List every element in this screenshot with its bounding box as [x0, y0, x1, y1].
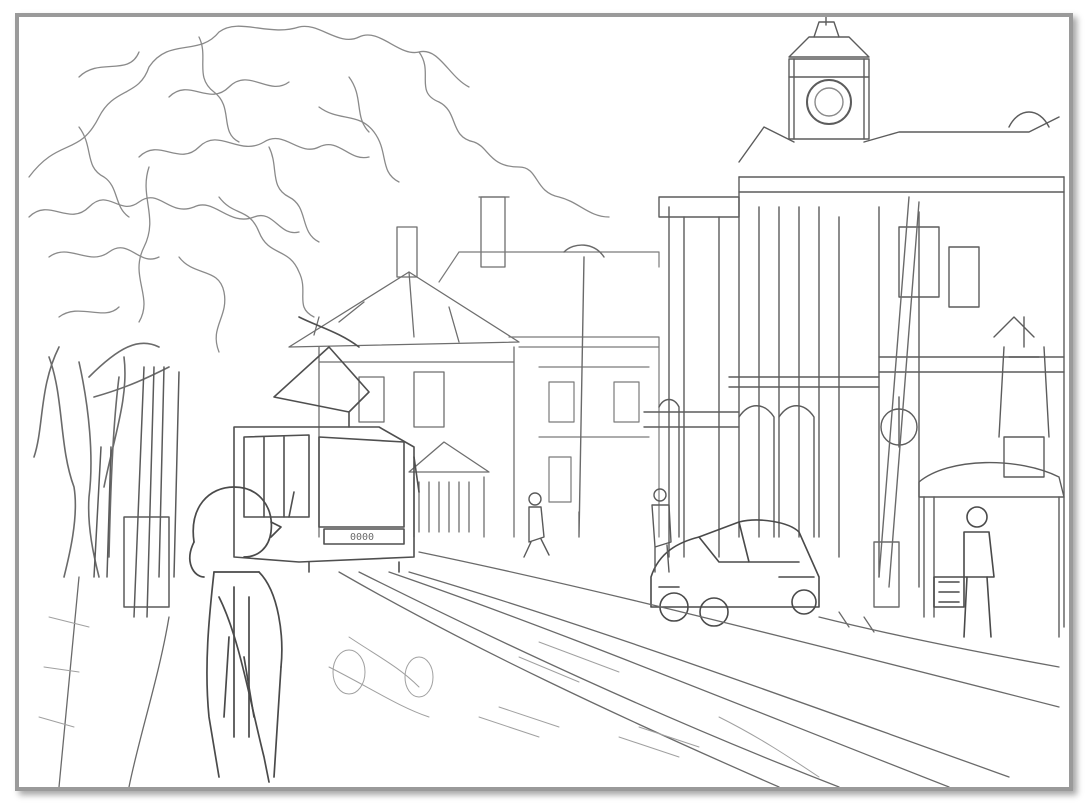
girl-foreground [189, 486, 283, 783]
tram-number: 0000 [350, 532, 374, 543]
street-sketch: 0000 [28, 17, 1065, 787]
tram [233, 316, 420, 573]
tree-canopy [28, 25, 610, 353]
sketch-frame: 0000 [15, 13, 1073, 791]
poles-left [93, 366, 180, 618]
bus-shelter [918, 316, 1065, 638]
pedestrians-distant [523, 488, 672, 573]
building-middle [438, 251, 660, 538]
person-at-shelter [933, 506, 995, 638]
lamp-posts [563, 196, 920, 608]
town-hall [643, 17, 1065, 628]
street-tracks [58, 551, 1060, 787]
